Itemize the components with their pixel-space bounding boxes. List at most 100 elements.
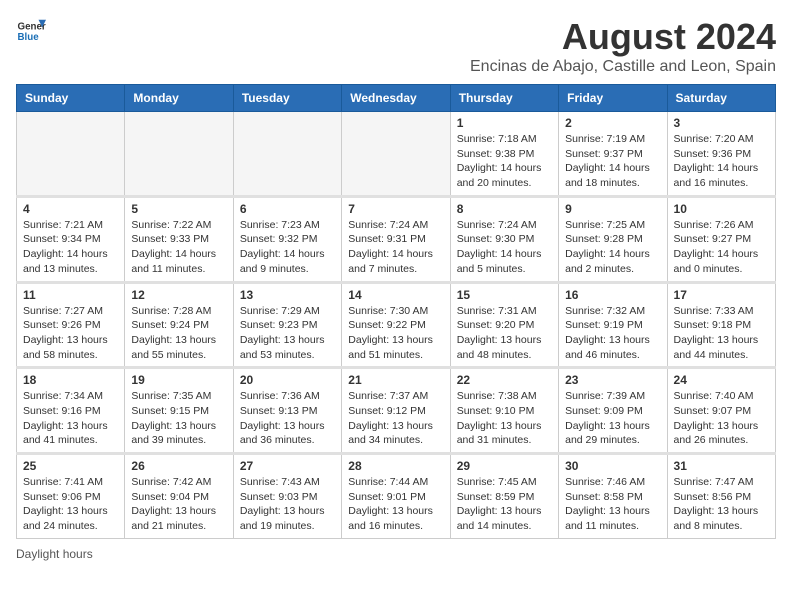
day-info: Sunrise: 7:29 AMSunset: 9:23 PMDaylight:… [240,304,335,363]
day-info: Sunrise: 7:38 AMSunset: 9:10 PMDaylight:… [457,389,552,448]
day-info: Sunrise: 7:28 AMSunset: 9:24 PMDaylight:… [131,304,226,363]
calendar-cell: 11 Sunrise: 7:27 AMSunset: 9:26 PMDayligh… [17,282,125,368]
calendar-cell: 7 Sunrise: 7:24 AMSunset: 9:31 PMDaylight… [342,196,450,282]
day-number: 9 [565,202,660,216]
day-info: Sunrise: 7:42 AMSunset: 9:04 PMDaylight:… [131,475,226,534]
day-info: Sunrise: 7:45 AMSunset: 8:59 PMDaylight:… [457,475,552,534]
header: General Blue August 2024 Encinas de Abaj… [16,16,776,76]
day-info: Sunrise: 7:18 AMSunset: 9:38 PMDaylight:… [457,132,552,191]
header-day-tuesday: Tuesday [233,85,341,112]
day-info: Sunrise: 7:22 AMSunset: 9:33 PMDaylight:… [131,218,226,277]
day-info: Sunrise: 7:32 AMSunset: 9:19 PMDaylight:… [565,304,660,363]
day-number: 14 [348,288,443,302]
day-number: 11 [23,288,118,302]
calendar-cell: 9Sunrise: 7:25 AMSunset: 9:28 PMDaylight… [559,196,667,282]
day-number: 19 [131,373,226,387]
day-number: 3 [674,116,769,130]
day-number: 20 [240,373,335,387]
day-info: Sunrise: 7:47 AMSunset: 8:56 PMDaylight:… [674,475,769,534]
calendar-cell: 3 Sunrise: 7:20 AMSunset: 9:36 PMDaylight… [667,112,775,197]
day-info: Sunrise: 7:41 AMSunset: 9:06 PMDaylight:… [23,475,118,534]
calendar-cell: 10 Sunrise: 7:26 AMSunset: 9:27 PMDayligh… [667,196,775,282]
calendar-cell: 22 Sunrise: 7:38 AMSunset: 9:10 PMDayligh… [450,368,558,454]
day-info: Sunrise: 7:23 AMSunset: 9:32 PMDaylight:… [240,218,335,277]
day-number: 25 [23,459,118,473]
day-number: 13 [240,288,335,302]
calendar-cell: 6 Sunrise: 7:23 AMSunset: 9:32 PMDaylight… [233,196,341,282]
day-info: Sunrise: 7:24 AMSunset: 9:30 PMDaylight:… [457,218,552,277]
day-number: 8 [457,202,552,216]
day-number: 12 [131,288,226,302]
header-row: SundayMondayTuesdayWednesdayThursdayFrid… [17,85,776,112]
logo: General Blue [16,16,46,46]
main-title: August 2024 [470,16,776,58]
calendar-cell: 18 Sunrise: 7:34 AMSunset: 9:16 PMDayligh… [17,368,125,454]
day-number: 23 [565,373,660,387]
day-number: 2 [565,116,660,130]
calendar-cell: 16Sunrise: 7:32 AMSunset: 9:19 PMDayligh… [559,282,667,368]
calendar-cell: 17 Sunrise: 7:33 AMSunset: 9:18 PMDayligh… [667,282,775,368]
day-info: Sunrise: 7:37 AMSunset: 9:12 PMDaylight:… [348,389,443,448]
day-info: Sunrise: 7:27 AMSunset: 9:26 PMDaylight:… [23,304,118,363]
header-day-saturday: Saturday [667,85,775,112]
day-number: 10 [674,202,769,216]
calendar-cell [233,112,341,197]
calendar-cell: 21 Sunrise: 7:37 AMSunset: 9:12 PMDayligh… [342,368,450,454]
calendar-cell [342,112,450,197]
header-day-wednesday: Wednesday [342,85,450,112]
calendar-cell: 19 Sunrise: 7:35 AMSunset: 9:15 PMDayligh… [125,368,233,454]
week-row-3: 11 Sunrise: 7:27 AMSunset: 9:26 PMDayligh… [17,282,776,368]
calendar-cell: 13 Sunrise: 7:29 AMSunset: 9:23 PMDayligh… [233,282,341,368]
day-number: 31 [674,459,769,473]
svg-text:Blue: Blue [18,32,40,43]
day-number: 29 [457,459,552,473]
calendar-cell: 8 Sunrise: 7:24 AMSunset: 9:30 PMDaylight… [450,196,558,282]
day-number: 15 [457,288,552,302]
day-number: 28 [348,459,443,473]
day-info: Sunrise: 7:24 AMSunset: 9:31 PMDaylight:… [348,218,443,277]
day-info: Sunrise: 7:26 AMSunset: 9:27 PMDaylight:… [674,218,769,277]
day-info: Sunrise: 7:20 AMSunset: 9:36 PMDaylight:… [674,132,769,191]
header-day-monday: Monday [125,85,233,112]
header-day-sunday: Sunday [17,85,125,112]
calendar-cell: 20Sunrise: 7:36 AMSunset: 9:13 PMDayligh… [233,368,341,454]
calendar: SundayMondayTuesdayWednesdayThursdayFrid… [16,84,776,539]
day-number: 1 [457,116,552,130]
calendar-cell: 28Sunrise: 7:44 AMSunset: 9:01 PMDayligh… [342,454,450,539]
day-number: 21 [348,373,443,387]
day-info: Sunrise: 7:46 AMSunset: 8:58 PMDaylight:… [565,475,660,534]
week-row-4: 18 Sunrise: 7:34 AMSunset: 9:16 PMDayligh… [17,368,776,454]
footer-note: Daylight hours [16,547,776,561]
calendar-cell: 23Sunrise: 7:39 AMSunset: 9:09 PMDayligh… [559,368,667,454]
calendar-cell: 1 Sunrise: 7:18 AMSunset: 9:38 PMDaylight… [450,112,558,197]
calendar-cell: 2 Sunrise: 7:19 AMSunset: 9:37 PMDaylight… [559,112,667,197]
day-number: 24 [674,373,769,387]
day-number: 30 [565,459,660,473]
week-row-5: 25 Sunrise: 7:41 AMSunset: 9:06 PMDayligh… [17,454,776,539]
day-info: Sunrise: 7:19 AMSunset: 9:37 PMDaylight:… [565,132,660,191]
day-info: Sunrise: 7:33 AMSunset: 9:18 PMDaylight:… [674,304,769,363]
day-number: 4 [23,202,118,216]
day-info: Sunrise: 7:31 AMSunset: 9:20 PMDaylight:… [457,304,552,363]
day-number: 6 [240,202,335,216]
day-number: 22 [457,373,552,387]
day-info: Sunrise: 7:34 AMSunset: 9:16 PMDaylight:… [23,389,118,448]
day-number: 7 [348,202,443,216]
week-row-2: 4 Sunrise: 7:21 AMSunset: 9:34 PMDaylight… [17,196,776,282]
calendar-cell: 30 Sunrise: 7:46 AMSunset: 8:58 PMDayligh… [559,454,667,539]
calendar-cell: 31 Sunrise: 7:47 AMSunset: 8:56 PMDayligh… [667,454,775,539]
day-info: Sunrise: 7:21 AMSunset: 9:34 PMDaylight:… [23,218,118,277]
day-info: Sunrise: 7:30 AMSunset: 9:22 PMDaylight:… [348,304,443,363]
subtitle: Encinas de Abajo, Castille and Leon, Spa… [470,58,776,76]
day-number: 18 [23,373,118,387]
day-info: Sunrise: 7:40 AMSunset: 9:07 PMDaylight:… [674,389,769,448]
calendar-cell: 29 Sunrise: 7:45 AMSunset: 8:59 PMDayligh… [450,454,558,539]
calendar-cell: 12 Sunrise: 7:28 AMSunset: 9:24 PMDayligh… [125,282,233,368]
day-number: 26 [131,459,226,473]
day-info: Sunrise: 7:35 AMSunset: 9:15 PMDaylight:… [131,389,226,448]
day-number: 17 [674,288,769,302]
calendar-cell: 24 Sunrise: 7:40 AMSunset: 9:07 PMDayligh… [667,368,775,454]
logo-icon: General Blue [16,16,46,46]
week-row-1: 1 Sunrise: 7:18 AMSunset: 9:38 PMDaylight… [17,112,776,197]
day-number: 5 [131,202,226,216]
